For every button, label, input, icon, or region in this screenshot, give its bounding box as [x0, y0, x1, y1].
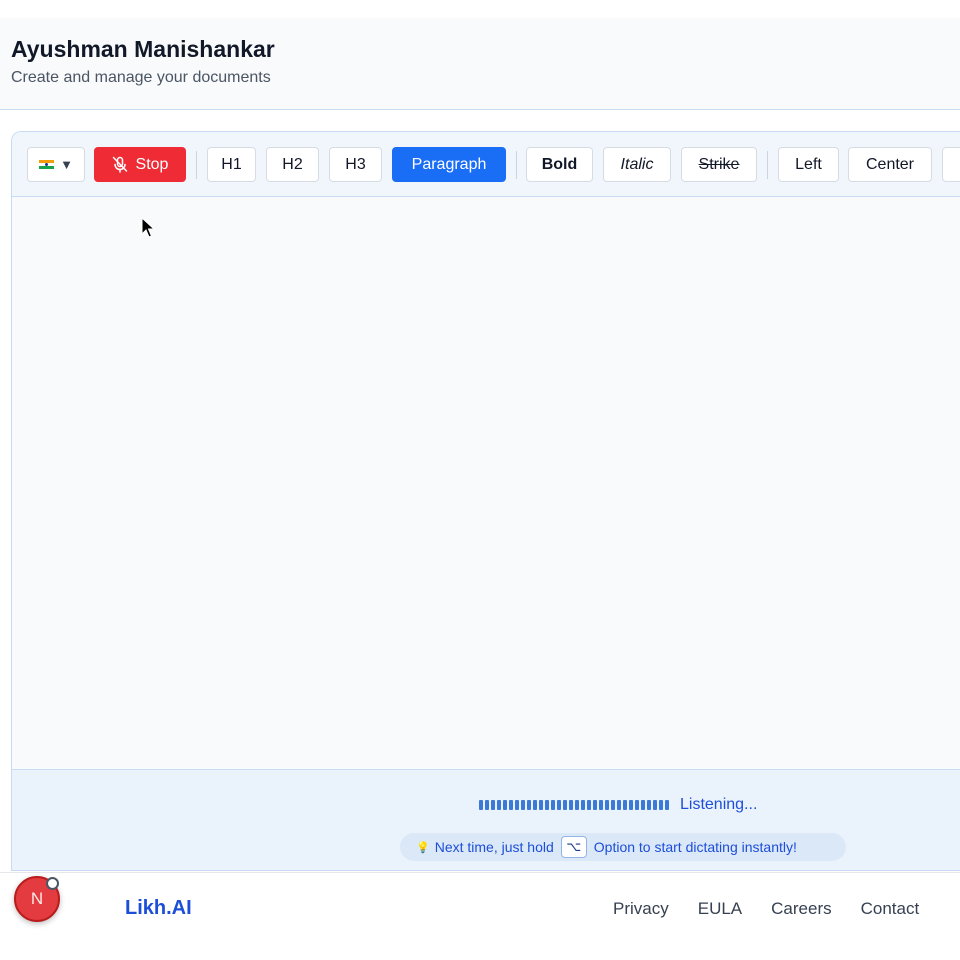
toolbar-divider [196, 151, 197, 179]
india-flag-icon [39, 159, 55, 170]
listening-indicator: Listening... [479, 796, 757, 814]
dev-indicator-badge [46, 877, 59, 890]
page-footer: Likh.AI Privacy EULA Careers Contact [0, 872, 960, 942]
heading-1-button[interactable]: H1 [207, 147, 256, 182]
brand-logo[interactable]: Likh.AI [125, 897, 192, 920]
heading-2-button[interactable]: H2 [266, 147, 319, 182]
listening-label: Listening... [680, 796, 758, 813]
footer-link-careers[interactable]: Careers [771, 899, 831, 919]
mouse-pointer-icon [141, 216, 156, 244]
chevron-down-icon: ▼ [60, 157, 73, 172]
dictation-status-bar: Listening... 💡 Next time, just hold ⌥ Op… [12, 769, 960, 870]
editor-content-area[interactable] [12, 197, 960, 769]
toolbar-divider [767, 151, 768, 179]
stop-label: Stop [135, 155, 169, 173]
mic-off-icon [112, 156, 128, 173]
language-select[interactable]: ▼ [27, 147, 85, 182]
heading-3-button[interactable]: H3 [329, 147, 382, 182]
audio-waveform-icon [479, 800, 669, 810]
page-header: Ayushman Manishankar Create and manage y… [0, 18, 960, 110]
footer-link-privacy[interactable]: Privacy [613, 899, 669, 919]
footer-link-contact[interactable]: Contact [861, 899, 920, 919]
align-center-button[interactable]: Center [848, 147, 932, 182]
bold-button[interactable]: Bold [526, 147, 593, 182]
align-right-button[interactable] [942, 147, 960, 182]
italic-button[interactable]: Italic [603, 147, 671, 182]
editor-toolbar: ▼ Stop H1 H2 H3 Paragraph Bold Italic St… [12, 132, 960, 197]
toolbar-divider [516, 151, 517, 179]
strikethrough-button[interactable]: Strike [681, 147, 757, 182]
hint-prefix: Next time, just hold [434, 839, 554, 855]
paragraph-button[interactable]: Paragraph [392, 147, 506, 182]
align-left-button[interactable]: Left [778, 147, 839, 182]
page-subtitle: Create and manage your documents [11, 69, 271, 86]
option-key-icon: ⌥ [560, 836, 587, 858]
lightbulb-icon: 💡 [416, 841, 430, 854]
footer-link-eula[interactable]: EULA [698, 899, 742, 919]
hint-suffix: Option to start dictating instantly! [593, 839, 797, 855]
page-title: Ayushman Manishankar [11, 36, 275, 62]
stop-dictation-button[interactable]: Stop [94, 147, 186, 182]
dictation-hint: 💡 Next time, just hold ⌥ Option to start… [400, 833, 846, 861]
footer-nav: Privacy EULA Careers Contact [613, 899, 919, 919]
